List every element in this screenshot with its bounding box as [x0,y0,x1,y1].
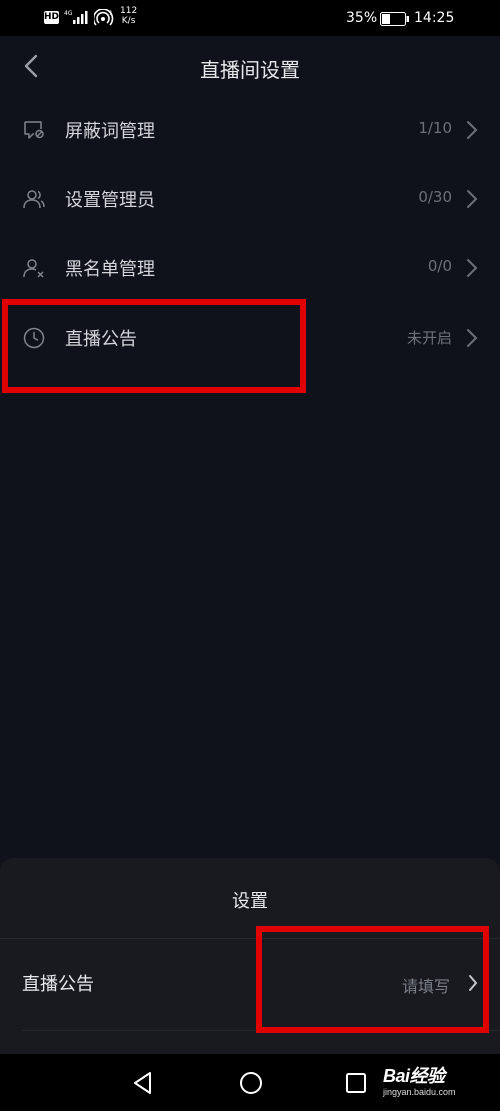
nav-home-icon[interactable] [238,1070,264,1096]
settings-row-label: 屏蔽词管理 [65,121,155,142]
nav-recent-apps-icon[interactable] [345,1072,367,1094]
hd-badge: HD [44,11,60,24]
page-header: 直播间设置 [0,36,500,98]
watermark-url: jingyan.baidu.com [383,1087,456,1097]
speed-value: 112 [120,6,138,16]
hotspot-icon: 1 [94,9,114,26]
chevron-right-icon [467,190,478,208]
network-speed: 112 K/s [120,6,137,26]
status-bar: HD 4G 1 112 K/s 35% 14:25 [0,0,500,36]
settings-row-label: 黑名单管理 [65,259,155,280]
settings-row-blocked-words[interactable]: 屏蔽词管理 1/10 [0,100,500,160]
settings-row-value: 0/0 [427,257,452,275]
chevron-right-icon [467,329,478,347]
users-icon [23,190,45,209]
settings-row-admins[interactable]: 设置管理员 0/30 [0,169,500,229]
page-title: 直播间设置 [200,58,300,82]
battery-percent: 35% [346,10,378,26]
nav-back-icon[interactable] [130,1070,156,1096]
svg-text:1: 1 [109,10,113,17]
baidu-jingyan-watermark: Bai经验 jingyan.baidu.com [383,1062,456,1097]
settings-row-label: 设置管理员 [65,190,155,211]
chevron-right-icon [467,259,478,277]
sheet-row-label: 直播公告 [22,974,94,995]
clock-time: 14:25 [414,10,455,26]
settings-row-value: 0/30 [418,188,452,206]
settings-row-value: 1/10 [418,119,452,137]
user-block-icon [23,259,44,278]
settings-row-blacklist[interactable]: 黑名单管理 0/0 [0,238,500,298]
settings-row-value: 未开启 [406,329,452,347]
battery-icon [380,12,409,26]
signal-icon: 4G [64,10,88,24]
chevron-right-icon [467,121,478,139]
highlight-box-announcement [2,299,306,393]
svg-text:4G: 4G [64,10,73,17]
sheet-title: 设置 [232,891,268,912]
highlight-box-fill-in [256,926,489,1033]
comment-block-icon [24,121,44,139]
watermark-logo: Bai经验 [383,1066,445,1086]
speed-unit: K/s [121,16,136,26]
